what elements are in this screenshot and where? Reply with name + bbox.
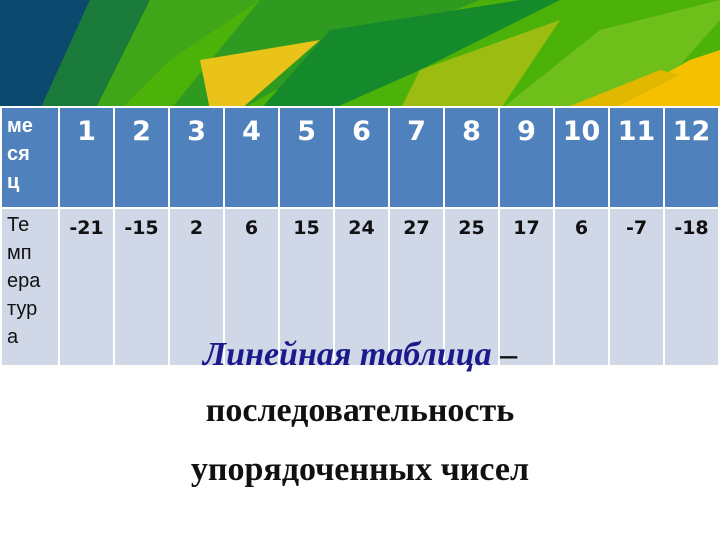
month-cell: 1 xyxy=(58,106,115,209)
month-cell: 2 xyxy=(113,106,170,209)
month-cell: 12 xyxy=(663,106,720,209)
month-cell: 5 xyxy=(278,106,335,209)
linear-table: ме ся ц 1 2 3 4 5 6 7 8 9 10 11 12 Те мп ера… xyxy=(0,106,720,367)
abstract-green-background xyxy=(0,0,720,110)
decorative-banner xyxy=(0,0,720,110)
caption-line-3: упорядоченных чисел xyxy=(190,451,530,488)
month-cell: 11 xyxy=(608,106,665,209)
term-linear-table: Линейная таблица xyxy=(202,336,492,373)
month-cell: 10 xyxy=(553,106,610,209)
caption-line-2: последовательность xyxy=(205,392,515,429)
month-cell: 8 xyxy=(443,106,500,209)
month-cell: 9 xyxy=(498,106,555,209)
month-cell: 3 xyxy=(168,106,225,209)
month-cell: 4 xyxy=(223,106,280,209)
month-cell: 6 xyxy=(333,106,390,209)
caption-dash: – xyxy=(491,336,518,373)
caption-definition-term: Линейная таблица – xyxy=(0,335,720,375)
header-label-month: ме ся ц xyxy=(0,106,60,209)
table-header-row: ме ся ц 1 2 3 4 5 6 7 8 9 10 11 12 xyxy=(0,106,720,209)
month-cell: 7 xyxy=(388,106,445,209)
